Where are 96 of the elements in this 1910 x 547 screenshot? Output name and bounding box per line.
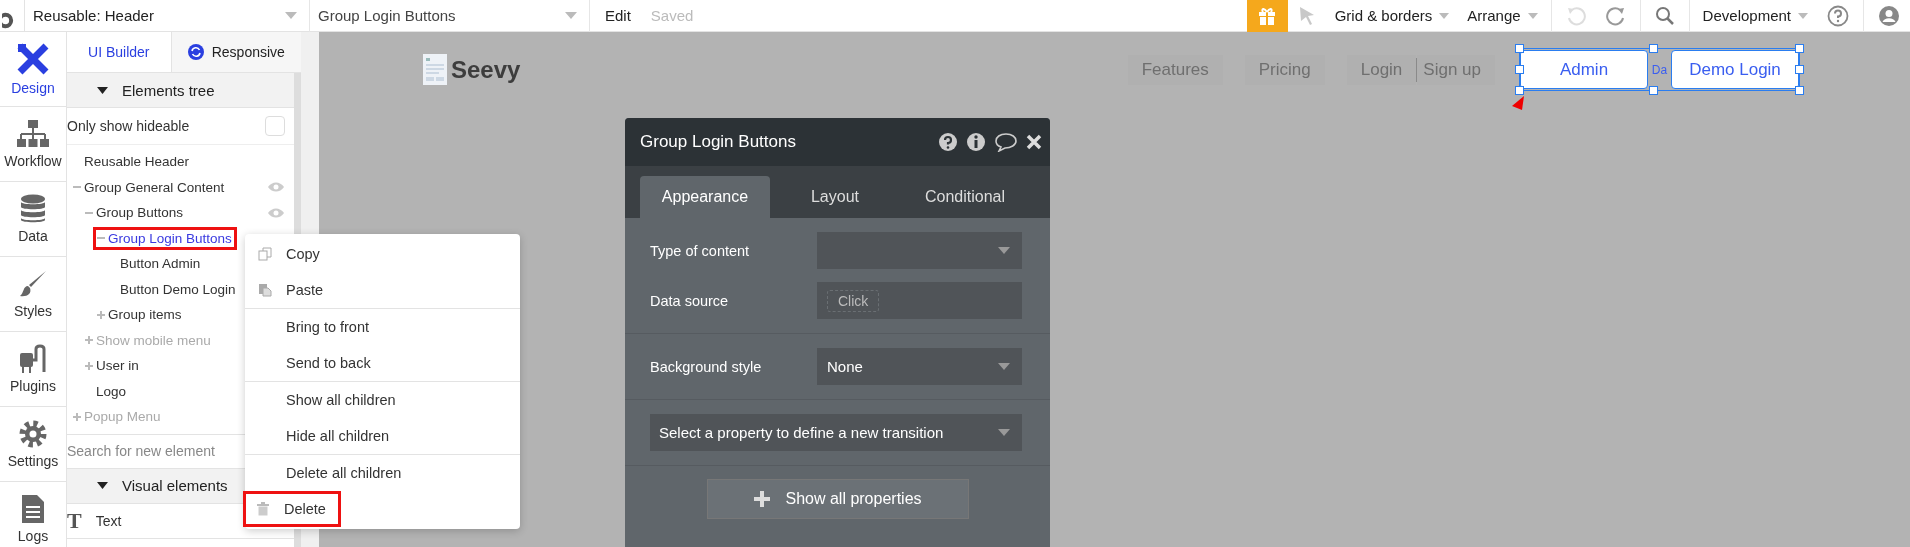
caret-icon [97, 482, 108, 489]
resize-handle[interactable] [1649, 86, 1658, 95]
brush-icon [18, 269, 48, 299]
caret-icon [565, 12, 577, 19]
caret-icon [1527, 12, 1538, 19]
text-element-icon: T [67, 507, 82, 534]
element-dropdown[interactable]: Group Login Buttons [310, 0, 590, 32]
logo-text: Seevy [451, 55, 521, 84]
tree-item[interactable]: Group items [93, 303, 187, 327]
triangle-pointer-icon [1512, 96, 1524, 110]
dropdown[interactable]: Select a property to define a new transition [650, 414, 1022, 451]
logo-icon[interactable] [2, 0, 25, 32]
redo-icon[interactable] [1605, 5, 1626, 26]
nav-tab[interactable]: Design [0, 32, 66, 107]
field-label: Background style [650, 358, 763, 375]
tree-item[interactable]: Logo [81, 379, 132, 403]
tree-item[interactable]: Button Admin [105, 252, 206, 276]
caret-icon [998, 247, 1010, 254]
grid-borders-menu[interactable]: Grid & borders [1334, 7, 1450, 24]
caret-icon [97, 86, 108, 94]
caret-icon [1439, 12, 1450, 19]
plus-icon[interactable] [84, 335, 94, 346]
editor-tab[interactable]: Layout [770, 176, 900, 218]
avatar-icon[interactable] [1878, 4, 1900, 27]
environment-dropdown[interactable]: Development [1702, 7, 1808, 24]
canvas-button[interactable]: Admin [1520, 50, 1648, 89]
edit-menu[interactable]: Edit [605, 7, 631, 24]
save-status: Saved [650, 7, 694, 24]
close-icon[interactable] [1026, 134, 1042, 150]
section-header[interactable]: Elements tree [67, 73, 294, 108]
tree-item[interactable]: Button Demo Login [105, 277, 241, 301]
tools-icon [16, 42, 50, 76]
resize-handle[interactable] [1795, 86, 1804, 95]
nav-tab[interactable]: Styles [0, 257, 66, 332]
dropdown[interactable]: None [817, 348, 1022, 385]
comment-icon[interactable] [994, 132, 1018, 152]
editor-tab[interactable]: Conditional [900, 176, 1030, 218]
editor-tab[interactable]: Appearance [640, 176, 770, 218]
checkbox[interactable] [265, 116, 285, 136]
nav-tab[interactable]: Logs [0, 482, 66, 547]
canvas-button[interactable]: Demo Login [1671, 50, 1799, 89]
plus-icon[interactable] [84, 360, 94, 371]
help-icon[interactable] [1827, 4, 1849, 27]
caret-icon [285, 12, 297, 19]
caret-icon [998, 429, 1010, 436]
gift-icon [1258, 6, 1277, 25]
tree-item[interactable]: Group General Content [69, 175, 230, 199]
filter-label: Only show hideable [67, 118, 190, 134]
plus-icon[interactable] [96, 309, 106, 320]
nav-tab[interactable]: Plugins [0, 332, 66, 407]
paste-icon [258, 283, 272, 297]
search-icon[interactable] [1654, 5, 1675, 26]
show-all-button[interactable]: Show all properties [706, 479, 969, 519]
field-label: Type of content [650, 242, 751, 259]
help-icon[interactable] [938, 132, 958, 152]
caret-icon [1798, 12, 1808, 19]
menu-item[interactable]: Copy [245, 236, 335, 272]
resize-handle[interactable] [1795, 65, 1804, 74]
plus-icon[interactable] [72, 411, 82, 422]
menu-item[interactable]: Send to back [245, 345, 386, 381]
document-icon [423, 54, 447, 85]
panel-tab[interactable]: Responsive [170, 32, 301, 72]
document-icon [21, 494, 45, 524]
trash-icon [256, 502, 270, 516]
resize-handle[interactable] [1515, 86, 1524, 95]
menu-item[interactable]: Show all children [245, 382, 411, 418]
expression-field[interactable]: Click [817, 282, 1022, 319]
resize-handle[interactable] [1515, 44, 1524, 53]
tree-item[interactable]: Reusable Header [69, 150, 195, 174]
tree-item[interactable]: User in [81, 354, 144, 378]
plug-icon [18, 344, 48, 374]
hidden-text: Da [1650, 62, 1669, 77]
resize-handle[interactable] [1649, 44, 1658, 53]
nav-tab[interactable]: Workflow [0, 107, 66, 182]
info-icon[interactable] [966, 132, 986, 152]
copy-icon [258, 247, 272, 261]
refresh-icon [187, 44, 204, 60]
arrange-menu[interactable]: Arrange [1467, 7, 1538, 24]
gear-icon [18, 419, 48, 449]
plus-icon [753, 490, 772, 508]
sitemap-icon [16, 119, 50, 149]
nav-tab[interactable]: Data [0, 182, 66, 257]
tree-item[interactable]: Group Login Buttons [93, 226, 237, 250]
gift-button[interactable] [1246, 0, 1288, 32]
page-dropdown[interactable]: Reusable: Header [25, 0, 310, 32]
editor-title: Group Login Buttons [640, 132, 797, 152]
field-label: Data source [650, 292, 730, 309]
menu-item[interactable]: Bring to front [245, 309, 384, 345]
menu-item[interactable]: Delete [243, 491, 341, 527]
nav-tab[interactable]: Settings [0, 407, 66, 482]
resize-handle[interactable] [1795, 44, 1804, 53]
database-icon [20, 194, 46, 224]
menu-item[interactable]: Paste [245, 272, 339, 308]
caret-icon [998, 363, 1010, 370]
resize-handle[interactable] [1515, 65, 1524, 74]
tree-item[interactable]: Group Buttons [81, 201, 189, 225]
